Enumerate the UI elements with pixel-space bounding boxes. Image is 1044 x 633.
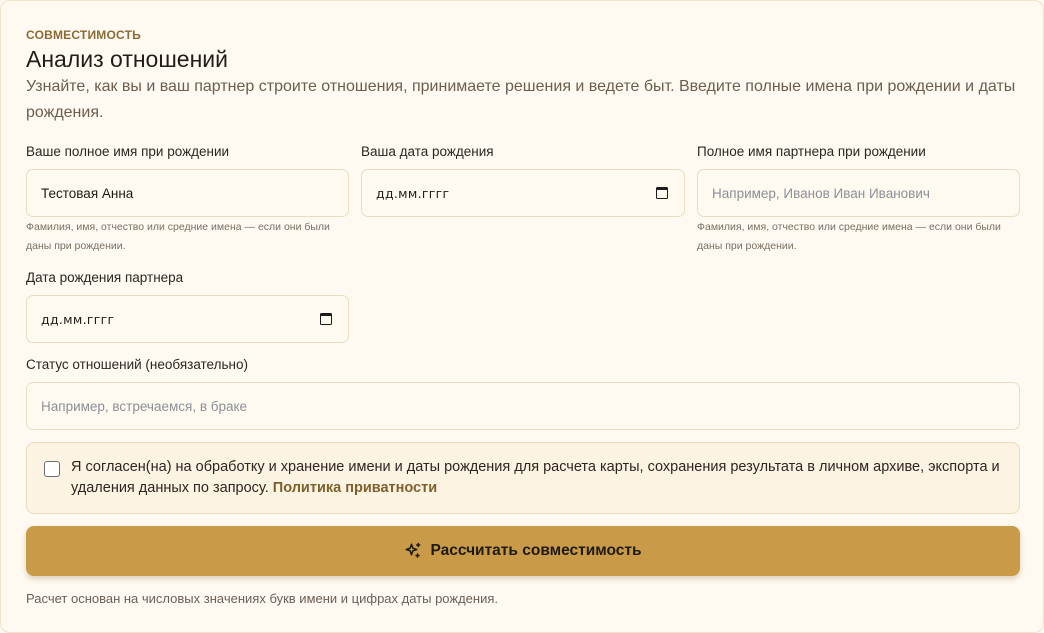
consent-label: Я согласен(на) на обработку и хранение и… — [71, 459, 1000, 496]
your-name-input[interactable]: Тестовая Анна — [26, 169, 349, 217]
relationship-status-input[interactable]: Например, встречаемся, в браке — [26, 382, 1020, 430]
partner-name-placeholder: Например, Иванов Иван Иванович — [712, 185, 930, 201]
your-birthdate-value: дд.мм.гггг — [376, 185, 450, 201]
sparkles-icon — [405, 542, 421, 558]
your-name-value: Тестовая Анна — [41, 185, 134, 201]
consent-text: Я согласен(на) на обработку и хранение и… — [71, 457, 1001, 499]
partner-name-input[interactable]: Например, Иванов Иван Иванович — [697, 169, 1020, 217]
page-subtitle: Узнайте, как вы и ваш партнер строите от… — [26, 78, 1016, 121]
partner-birthdate-input[interactable]: дд.мм.гггг — [26, 295, 349, 343]
footnote: Расчет основан на числовых значениях бук… — [26, 591, 498, 606]
section-eyebrow: СОВМЕСТИМОСТЬ — [26, 28, 141, 42]
partner-name-label: Полное имя партнера при рождении — [697, 144, 926, 159]
page-title: Анализ отношений — [26, 46, 228, 72]
relationship-status-label: Статус отношений (необязательно) — [26, 357, 248, 372]
your-name-label: Ваше полное имя при рождении — [26, 144, 230, 159]
calendar-icon[interactable] — [320, 313, 332, 325]
your-birthdate-label: Ваша дата рождения — [361, 144, 494, 159]
calculate-button-label: Рассчитать совместимость — [430, 542, 642, 559]
consent-box: Я согласен(на) на обработку и хранение и… — [26, 442, 1020, 514]
privacy-policy-link[interactable]: Политика приватности — [273, 480, 437, 496]
consent-checkbox[interactable] — [44, 461, 60, 477]
partner-birthdate-value: дд.мм.гггг — [41, 311, 115, 327]
your-birthdate-input[interactable]: дд.мм.гггг — [361, 169, 685, 217]
your-name-hint: Фамилия, имя, отчество или средние имена… — [26, 221, 330, 252]
compatibility-card: СОВМЕСТИМОСТЬ Анализ отношений Узнайте, … — [0, 0, 1044, 633]
calculate-compatibility-button[interactable]: Рассчитать совместимость — [26, 526, 1020, 576]
partner-birthdate-label: Дата рождения партнера — [26, 270, 184, 285]
relationship-status-placeholder: Например, встречаемся, в браке — [41, 398, 248, 414]
calendar-icon[interactable] — [656, 187, 668, 199]
partner-name-hint: Фамилия, имя, отчество или средние имена… — [697, 221, 1001, 252]
